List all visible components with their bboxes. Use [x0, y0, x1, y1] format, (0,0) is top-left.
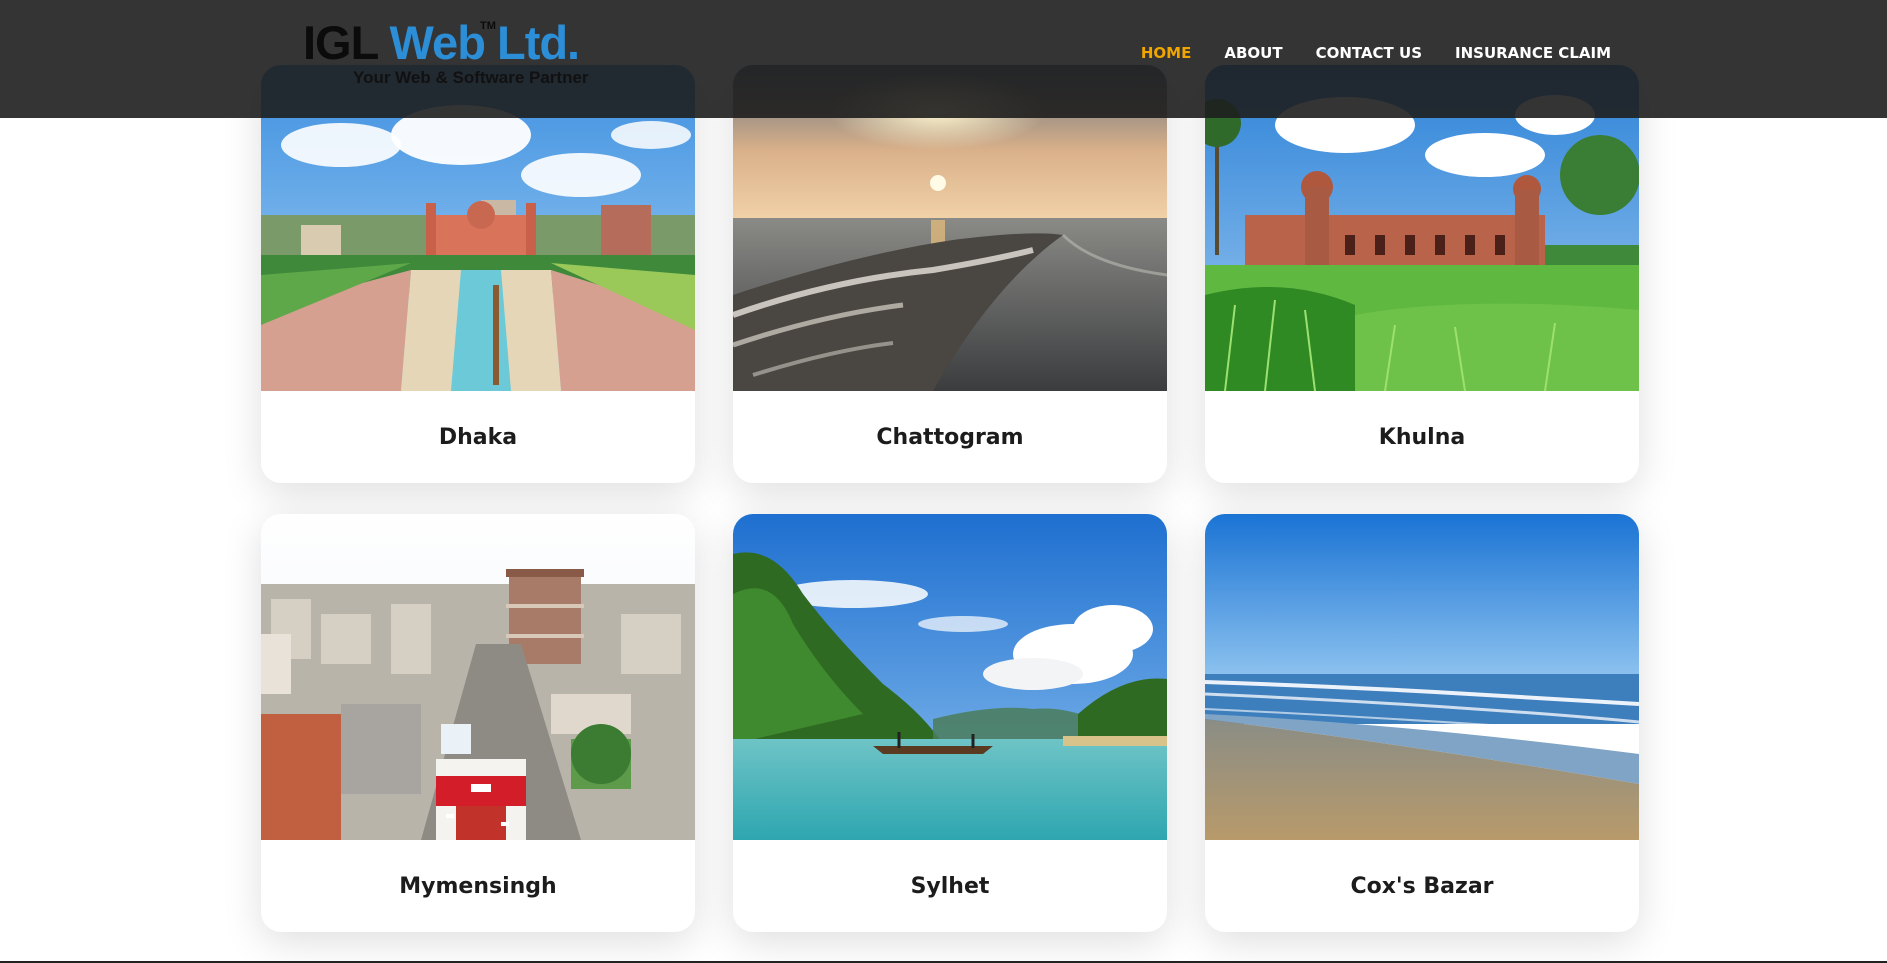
site-header: IGL Web Ltd. TM Your Web & Software Part…	[0, 0, 1887, 118]
nav-contact-us[interactable]: CONTACT US	[1316, 44, 1422, 62]
nav-about[interactable]: ABOUT	[1224, 44, 1282, 62]
logo-ltd: Ltd.	[496, 16, 580, 69]
city-card-mymensingh[interactable]: Mymensingh	[261, 514, 695, 932]
city-card-chattogram[interactable]: Chattogram	[733, 65, 1167, 483]
city-card-sylhet[interactable]: Sylhet	[733, 514, 1167, 932]
page: IGL Web Ltd. TM Your Web & Software Part…	[0, 0, 1887, 963]
logo-wordmark: IGL Web Ltd.	[303, 16, 580, 69]
city-card-khulna[interactable]: Khulna	[1205, 65, 1639, 483]
city-card-dhaka[interactable]: Dhaka	[261, 65, 695, 483]
logo-tagline: Your Web & Software Partner	[353, 68, 589, 87]
card-title: Dhaka	[438, 424, 518, 450]
nav-home[interactable]: HOME	[1141, 44, 1191, 62]
logo[interactable]: IGL Web Ltd. TM Your Web & Software Part…	[303, 18, 593, 90]
card-title: Khulna	[1378, 424, 1466, 450]
sea-beach-blue-sky-photo	[1205, 514, 1639, 840]
card-title: Sylhet	[910, 873, 990, 899]
main-nav: HOME ABOUT CONTACT US INSURANCE CLAIM	[1141, 44, 1611, 62]
card-title: Chattogram	[876, 424, 1024, 450]
card-title: Cox's Bazar	[1350, 873, 1494, 899]
logo-igl: IGL	[303, 16, 378, 69]
logo-web: Web	[389, 16, 486, 69]
aerial-city-street-photo	[261, 514, 695, 840]
nav-insurance-claim[interactable]: INSURANCE CLAIM	[1455, 44, 1611, 62]
logo-trademark: TM	[480, 20, 496, 32]
city-card-coxs-bazar[interactable]: Cox's Bazar	[1205, 514, 1639, 932]
card-title: Mymensingh	[399, 873, 557, 899]
river-hills-boat-photo	[733, 514, 1167, 840]
